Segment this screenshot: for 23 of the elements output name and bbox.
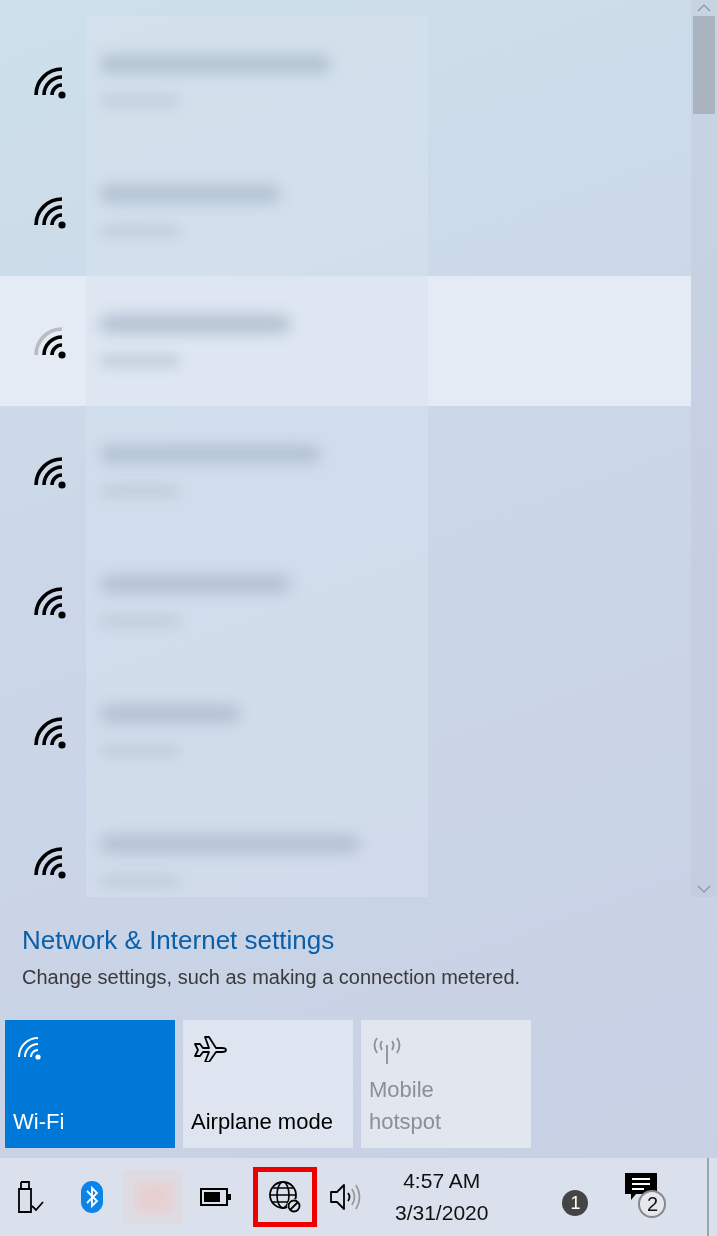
scroll-up-icon[interactable] (697, 4, 711, 12)
scrollbar-thumb[interactable] (693, 16, 715, 114)
battery-icon (200, 1188, 232, 1206)
people-badge[interactable]: 1 (562, 1190, 589, 1216)
settings-description: Change settings, such as making a connection metered. (22, 966, 521, 989)
settings-link[interactable]: Network & Internet settings (22, 925, 335, 956)
bluetooth-icon (81, 1181, 103, 1213)
quick-action-tile[interactable]: Wi-Fi (5, 1020, 175, 1148)
notification-count: 2 (638, 1190, 667, 1218)
globe-blocked-icon (268, 1180, 302, 1214)
airplane-icon (193, 1034, 227, 1062)
network-row[interactable] (0, 276, 691, 406)
clock-date: 3/31/2020 (395, 1201, 489, 1225)
action-center-button[interactable]: 2 (624, 1172, 669, 1222)
clock[interactable]: 4:57 AM 3/31/2020 (395, 1169, 489, 1225)
scroll-down-icon[interactable] (697, 885, 711, 893)
blurred-app-icon (123, 1170, 183, 1224)
wifi-icon (15, 1034, 43, 1062)
usb-drive-icon (15, 1180, 45, 1214)
quick-action-tile[interactable]: Airplane mode (183, 1020, 353, 1148)
scrollbar[interactable] (691, 0, 717, 897)
highlighted-tray-icon[interactable] (253, 1167, 317, 1227)
clock-time: 4:57 AM (403, 1169, 481, 1193)
